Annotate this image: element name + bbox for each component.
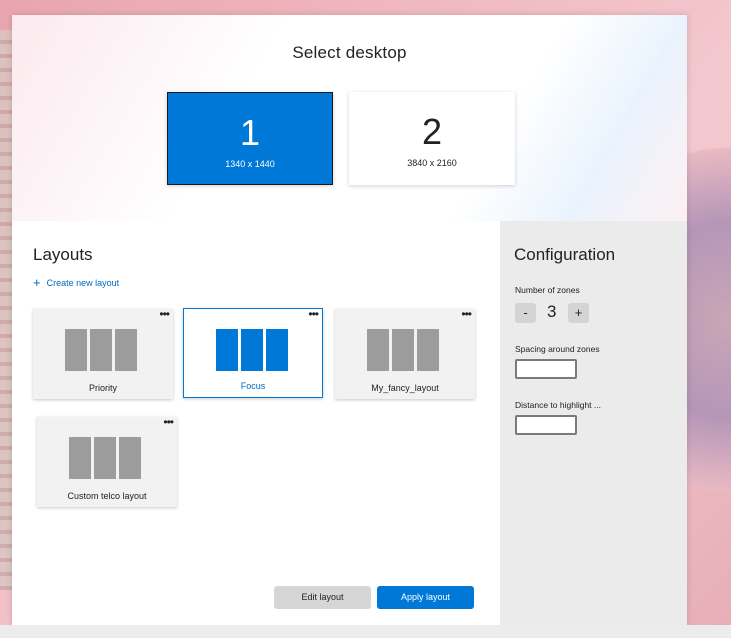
configuration-heading: Configuration [514, 245, 616, 264]
zone-preview [266, 329, 288, 371]
decrement-zones-button[interactable]: - [515, 303, 536, 323]
layout-card-label: Priority [88, 383, 117, 393]
plus-icon: + [33, 275, 41, 290]
apply-layout-button[interactable]: Apply layout [377, 586, 474, 609]
layout-card-label: Focus [240, 381, 266, 391]
zone-preview [94, 437, 116, 479]
zone-preview [241, 329, 263, 371]
distance-input[interactable] [515, 415, 577, 435]
zone-preview [115, 329, 137, 371]
more-options-icon[interactable]: ••• [163, 415, 174, 429]
zone-preview [69, 437, 91, 479]
layouts-heading: Layouts [33, 245, 93, 264]
layout-card-label: My_fancy_layout [371, 383, 439, 393]
layout-preview [367, 329, 439, 371]
desktop-selector: Select desktop 1 1340 x 1440 2 3840 x 21… [12, 15, 687, 221]
layout-card-my-fancy-layout[interactable]: ••• My_fancy_layout [335, 307, 475, 399]
spacing-around-zones-label: Spacing around zones [515, 344, 600, 354]
layout-card-focus[interactable]: ••• Focus [183, 307, 323, 398]
layout-preview [65, 329, 137, 371]
zone-preview [392, 329, 414, 371]
fancyzones-editor-window: Select desktop 1 1340 x 1440 2 3840 x 21… [12, 15, 687, 625]
spacing-input[interactable] [515, 359, 577, 379]
monitor-resolution: 1340 x 1440 [225, 159, 275, 169]
more-options-icon[interactable]: ••• [308, 307, 319, 321]
create-new-layout-label: Create new layout [46, 278, 120, 288]
number-of-zones-label: Number of zones [515, 285, 580, 295]
monitor-number: 2 [421, 111, 443, 152]
layout-preview [216, 329, 288, 371]
layout-card-custom-telco-layout[interactable]: ••• Custom telco layout [37, 415, 177, 507]
zone-preview [216, 329, 238, 371]
layout-card-priority[interactable]: ••• Priority [33, 307, 173, 399]
layout-preview [69, 437, 141, 479]
more-options-icon[interactable]: ••• [159, 307, 170, 321]
create-new-layout-link[interactable]: + Create new layout [33, 275, 119, 290]
more-options-icon[interactable]: ••• [461, 307, 472, 321]
desktop-selector-title: Select desktop [292, 43, 407, 62]
zones-count-value: 3 [547, 302, 557, 321]
configuration-panel: Configuration Number of zones - 3 + Spac… [500, 221, 687, 625]
distance-to-highlight-label: Distance to highlight ... [515, 400, 601, 410]
zone-preview [90, 329, 112, 371]
monitor-number: 1 [239, 112, 261, 153]
monitor-1[interactable]: 1 1340 x 1440 [167, 92, 333, 185]
monitor-2[interactable]: 2 3840 x 2160 [349, 92, 515, 185]
taskbar-strip [0, 625, 731, 638]
wallpaper-right [685, 80, 731, 560]
layout-card-label: Custom telco layout [67, 491, 147, 501]
edit-layout-button[interactable]: Edit layout [274, 586, 371, 609]
zone-preview [65, 329, 87, 371]
zone-preview [417, 329, 439, 371]
zone-preview [367, 329, 389, 371]
increment-zones-button[interactable]: + [568, 303, 589, 323]
monitor-resolution: 3840 x 2160 [407, 158, 457, 168]
zone-preview [119, 437, 141, 479]
